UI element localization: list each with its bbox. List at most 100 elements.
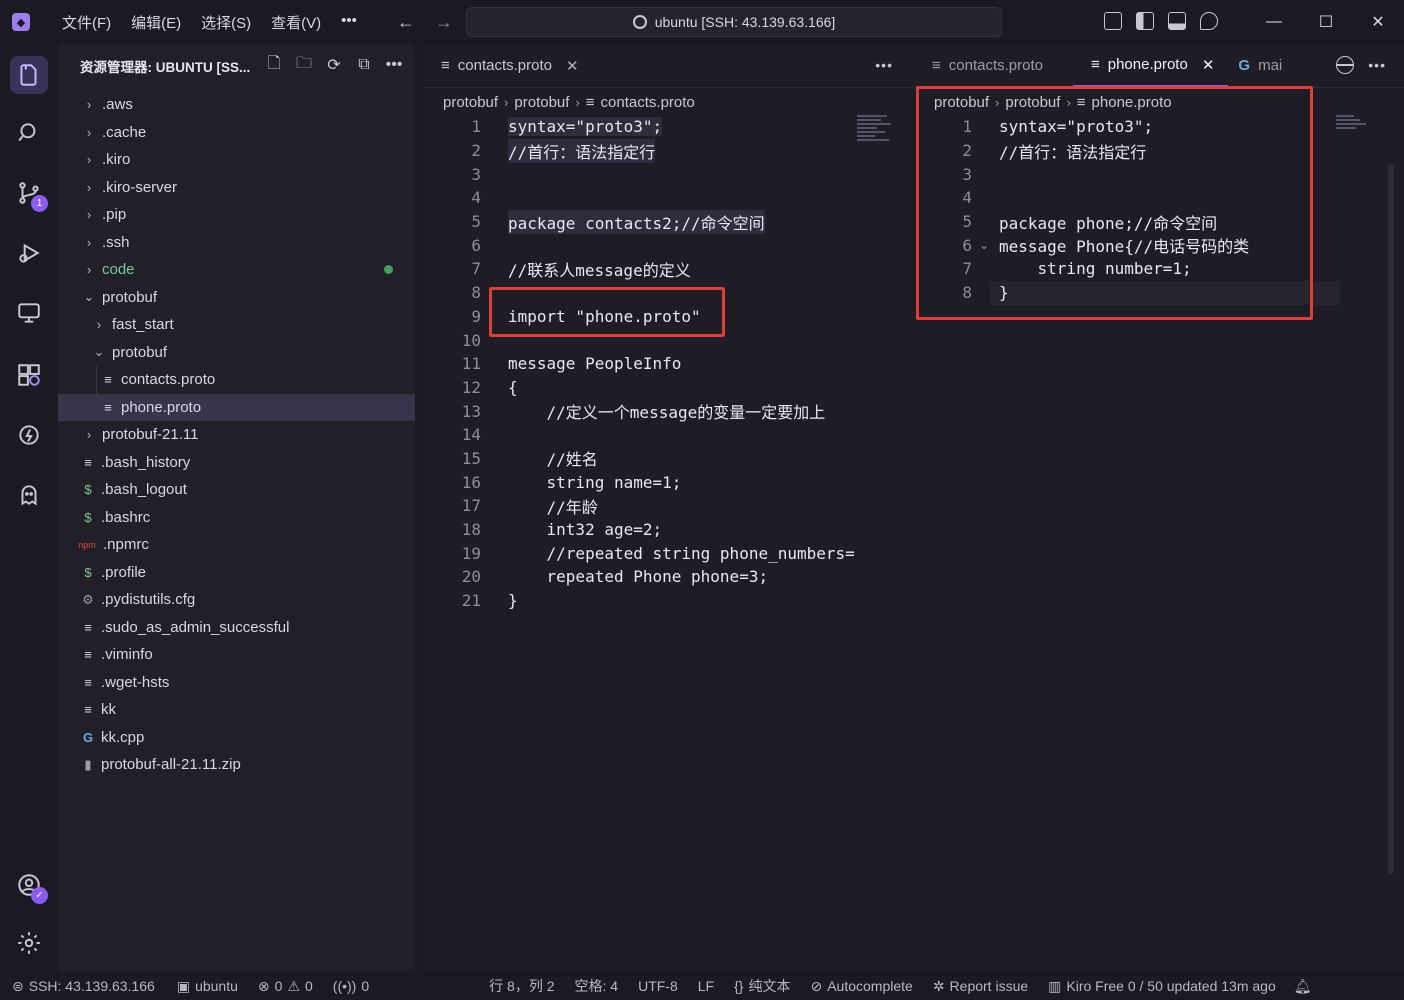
- tree-item-fast-start[interactable]: › fast_start: [58, 311, 415, 339]
- menu-selection[interactable]: 选择(S): [191, 12, 261, 33]
- code-line[interactable]: 11 message PeopleInfo: [423, 352, 913, 376]
- menu-view[interactable]: 查看(V): [261, 12, 331, 33]
- vertical-scrollbar[interactable]: [1388, 164, 1394, 874]
- forward-arrow-icon[interactable]: →: [435, 12, 453, 33]
- menu-more[interactable]: •••: [331, 12, 367, 33]
- code-line[interactable]: 19 //repeated string phone_numbers=: [423, 541, 913, 565]
- problems-status[interactable]: ⊗ 0 ⚠ 0: [258, 978, 313, 995]
- source-control-icon[interactable]: 1: [10, 174, 48, 212]
- report-issue-status[interactable]: ✲ Report issue: [933, 978, 1028, 995]
- tree-item-cache[interactable]: › .cache: [58, 119, 415, 147]
- code-line[interactable]: 12 {: [423, 376, 913, 400]
- code-line[interactable]: 1 syntax="proto3";: [423, 115, 913, 139]
- tree-item-ssh[interactable]: › .ssh: [58, 229, 415, 257]
- tree-item-kk[interactable]: ≡ kk: [58, 696, 415, 724]
- menu-file[interactable]: 文件(F): [52, 12, 121, 33]
- tree-item-kiro[interactable]: › .kiro: [58, 146, 415, 174]
- breadcrumb-item[interactable]: contacts.proto: [601, 94, 695, 111]
- minimize-icon[interactable]: —: [1248, 0, 1300, 44]
- code-line[interactable]: 13 //定义一个message的变量一定要加上: [423, 399, 913, 423]
- tree-item-npmrc[interactable]: npm .npmrc: [58, 531, 415, 559]
- menu-edit[interactable]: 编辑(E): [121, 12, 191, 33]
- tree-item-kk-cpp[interactable]: Gkk.cpp: [58, 724, 415, 752]
- kiro-ghost-icon[interactable]: [10, 476, 48, 514]
- tree-item-aws[interactable]: › .aws: [58, 91, 415, 119]
- close-tab-icon[interactable]: ✕: [566, 57, 579, 75]
- code-line[interactable]: 18 int32 age=2;: [423, 518, 913, 542]
- tree-item-code[interactable]: › code: [58, 256, 415, 284]
- tab-contacts-proto-right[interactable]: ≡ contacts.proto: [914, 44, 1057, 87]
- new-file-icon[interactable]: 🗋: [265, 55, 283, 74]
- tab-phone-proto[interactable]: ≡ phone.proto ✕: [1072, 44, 1229, 87]
- close-tab-icon[interactable]: ✕: [1202, 56, 1215, 74]
- workspace-status[interactable]: ▣ ubuntu: [177, 978, 238, 995]
- code-line[interactable]: 4: [423, 186, 913, 210]
- collapse-all-icon[interactable]: ⧉: [355, 56, 373, 74]
- back-arrow-icon[interactable]: ←: [397, 12, 415, 33]
- explorer-icon[interactable]: [10, 56, 48, 94]
- language-status[interactable]: {} 纯文本: [734, 976, 790, 996]
- tree-item-protobuf[interactable]: ⌄ protobuf: [58, 284, 415, 312]
- code-line[interactable]: 20 repeated Phone phone=3;: [423, 565, 913, 589]
- code-line[interactable]: 3: [423, 162, 913, 186]
- customize-layout-icon[interactable]: [1104, 12, 1122, 30]
- new-folder-icon[interactable]: 🗀: [295, 55, 313, 74]
- command-center-search[interactable]: ubuntu [SSH: 43.139.63.166]: [466, 7, 1002, 37]
- tab-main[interactable]: G mai: [1228, 44, 1296, 87]
- ports-status[interactable]: ((•)) 0: [333, 978, 369, 994]
- account-icon[interactable]: ✓: [10, 866, 48, 904]
- encoding-status[interactable]: UTF-8: [638, 978, 678, 994]
- tree-item-protobuf-zip[interactable]: ▮ protobuf-all-21.11.zip: [58, 751, 415, 779]
- editor-more-icon[interactable]: •••: [875, 57, 893, 73]
- code-line[interactable]: 2 //首行：语法指定行: [423, 138, 913, 163]
- hooks-icon[interactable]: [10, 416, 48, 454]
- autocomplete-status[interactable]: ⊘ Autocomplete: [810, 978, 912, 995]
- tree-item-contacts-proto[interactable]: ≡ contacts.proto: [58, 366, 415, 394]
- eol-status[interactable]: LF: [698, 978, 714, 994]
- tree-item-viminfo[interactable]: ≡ .viminfo: [58, 641, 415, 669]
- code-line[interactable]: 7 //联系人message的定义: [423, 257, 913, 281]
- code-line[interactable]: 5 package contacts2;//命令空间: [423, 209, 913, 234]
- close-window-icon[interactable]: ✕: [1352, 0, 1404, 44]
- cursor-position[interactable]: 行 8，列 2: [489, 976, 554, 996]
- tree-item-pydistutils[interactable]: ⚙ .pydistutils.cfg: [58, 586, 415, 614]
- run-debug-icon[interactable]: [10, 234, 48, 272]
- tree-item-protobuf-21-11[interactable]: › protobuf-21.11: [58, 421, 415, 449]
- editor-more-icon[interactable]: •••: [1368, 57, 1386, 73]
- tab-contacts-proto[interactable]: ≡ contacts.proto ✕: [423, 44, 593, 87]
- remote-ssh-status[interactable]: ⊜ SSH: 43.139.63.166: [12, 978, 155, 995]
- breadcrumb-item[interactable]: protobuf: [514, 94, 569, 111]
- tree-item-bash-logout[interactable]: $ .bash_logout: [58, 476, 415, 504]
- code-editor-left[interactable]: 1 syntax="proto3"; 2 //首行：语法指定行 3 4 5 package c…: [423, 115, 913, 612]
- maximize-icon[interactable]: ☐: [1300, 0, 1352, 44]
- code-line[interactable]: 14: [423, 423, 913, 447]
- search-icon[interactable]: [10, 114, 48, 152]
- toggle-panel-icon[interactable]: [1168, 12, 1186, 30]
- tree-item-wget-hsts[interactable]: ≡ .wget-hsts: [58, 669, 415, 697]
- refresh-icon[interactable]: ⟳: [325, 56, 343, 74]
- explorer-more-icon[interactable]: •••: [385, 56, 403, 74]
- code-line[interactable]: 15 //姓名: [423, 447, 913, 471]
- indentation-status[interactable]: 空格: 4: [575, 976, 619, 996]
- remote-explorer-icon[interactable]: [10, 294, 48, 332]
- toggle-primary-sidebar-icon[interactable]: [1136, 12, 1154, 30]
- split-editor-icon[interactable]: [1336, 56, 1354, 74]
- tree-item-phone-proto[interactable]: ≡ phone.proto: [58, 393, 415, 421]
- code-line[interactable]: 17 //年龄: [423, 494, 913, 518]
- code-line[interactable]: 16 string name=1;: [423, 470, 913, 494]
- tree-item-protobuf-inner[interactable]: ⌄ protobuf: [58, 339, 415, 367]
- chat-icon[interactable]: [1200, 12, 1218, 30]
- tree-item-bash-history[interactable]: ≡ .bash_history: [58, 449, 415, 477]
- code-line[interactable]: 6: [423, 233, 913, 257]
- tree-item-bashrc[interactable]: $ .bashrc: [58, 504, 415, 532]
- extensions-icon[interactable]: [10, 356, 48, 394]
- settings-gear-icon[interactable]: [10, 924, 48, 962]
- code-line[interactable]: 21}: [423, 589, 913, 613]
- notifications-bell-icon[interactable]: 🔔︎: [1294, 978, 1312, 995]
- tree-item-sudo-as-admin[interactable]: ≡ .sudo_as_admin_successful: [58, 614, 415, 642]
- tree-item-pip[interactable]: › .pip: [58, 201, 415, 229]
- breadcrumb-item[interactable]: protobuf: [443, 94, 498, 111]
- kiro-usage-status[interactable]: ▥ Kiro Free 0 / 50 updated 13m ago: [1048, 978, 1276, 995]
- tree-item-profile[interactable]: $ .profile: [58, 559, 415, 587]
- tree-item-kiro-server[interactable]: › .kiro-server: [58, 174, 415, 202]
